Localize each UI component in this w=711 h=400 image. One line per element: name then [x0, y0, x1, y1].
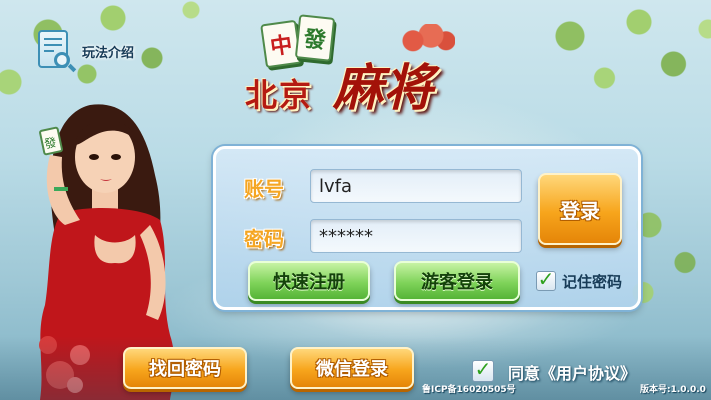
- checkmark-icon: ✓: [537, 267, 555, 291]
- version-text: 版本号:1.0.0.0: [640, 385, 706, 395]
- user-agreement-link[interactable]: 同意《用户协议》: [508, 360, 636, 384]
- rules-intro-label: 玩法介绍: [82, 45, 135, 61]
- rules-book-search-icon: [36, 28, 77, 74]
- recover-password-label: 找回密码: [149, 359, 221, 380]
- checkmark-icon: ✓: [474, 357, 492, 381]
- account-input[interactable]: [310, 169, 522, 203]
- login-button-label: 登录: [560, 198, 600, 223]
- login-panel: 账号 密码 登录 快速注册 游客登录 ✓ 记住密码: [213, 146, 641, 310]
- wechat-login-label: 微信登录: [316, 359, 388, 380]
- icp-license-text: 鲁ICP备16020505号: [422, 385, 516, 395]
- quick-register-label: 快速注册: [273, 272, 345, 293]
- remember-password-checkbox[interactable]: ✓: [536, 267, 556, 291]
- account-label: 账号: [244, 177, 284, 201]
- logo-mahjong-text: 麻将: [333, 58, 433, 117]
- quick-register-button[interactable]: 快速注册: [248, 261, 370, 301]
- logo-beijing-text: 北京: [245, 76, 314, 114]
- guest-login-button[interactable]: 游客登录: [394, 261, 520, 301]
- wechat-login-button[interactable]: 微信登录: [290, 347, 414, 389]
- rules-intro-button[interactable]: 玩法介绍: [36, 26, 156, 76]
- password-label: 密码: [244, 227, 284, 251]
- remember-password-label: 记住密码: [562, 273, 623, 291]
- agree-terms-checkbox[interactable]: ✓: [472, 357, 494, 382]
- mahjong-tile-fa-icon: 發: [294, 14, 336, 62]
- password-input[interactable]: [310, 219, 522, 253]
- guest-login-label: 游客登录: [421, 272, 493, 293]
- login-button[interactable]: 登录: [538, 173, 622, 245]
- game-logo: 中 發 北京 麻将: [245, 14, 475, 124]
- recover-password-button[interactable]: 找回密码: [123, 347, 247, 389]
- foliage-top-right: [501, 0, 711, 120]
